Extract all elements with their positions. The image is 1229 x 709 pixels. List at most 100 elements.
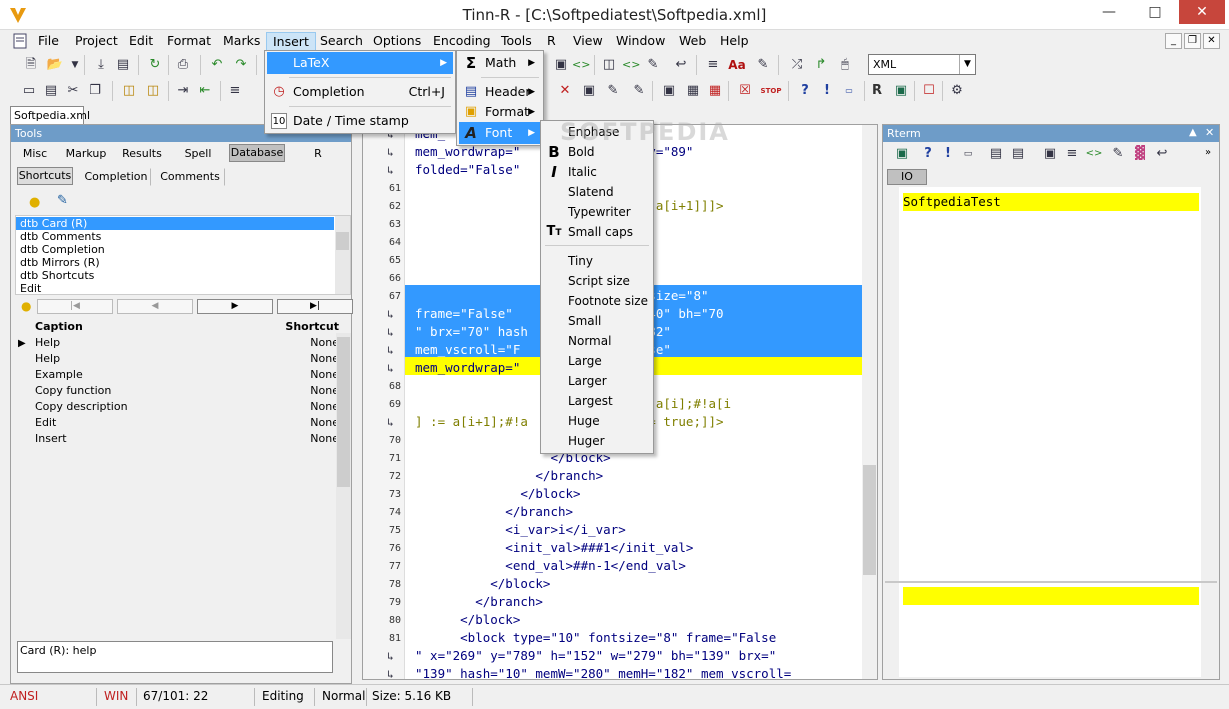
next-button[interactable]: ▶ — [197, 299, 273, 314]
table-row[interactable]: Copy description None — [21, 399, 339, 415]
list-item[interactable]: dtb Completion — [20, 243, 105, 256]
menu-web[interactable]: Web — [673, 32, 712, 51]
menu-item-large[interactable]: Large — [543, 351, 651, 371]
undo-icon[interactable]: ↶ — [208, 56, 226, 74]
menu-r[interactable]: R — [541, 32, 562, 51]
chevron-down-icon[interactable]: ▼ — [66, 56, 84, 74]
doc-icon[interactable]: ▤ — [987, 145, 1005, 163]
justify-icon[interactable]: ≡ — [226, 82, 244, 100]
menu-item-larger[interactable]: Larger — [543, 371, 651, 391]
menu-item-date-time-stamp[interactable]: 10 Date / Time stamp — [267, 110, 453, 132]
menu-search[interactable]: Search — [314, 32, 369, 51]
info-icon[interactable]: ! — [939, 145, 957, 163]
pen-icon[interactable]: ✎ — [644, 56, 662, 74]
doc-edit-icon[interactable]: ▤ — [1009, 145, 1027, 163]
tab-results[interactable]: Results — [117, 145, 167, 163]
tab-markup[interactable]: Markup — [61, 145, 111, 163]
lightbulb-icon[interactable]: ● — [29, 195, 40, 210]
menu-item-typewriter[interactable]: Typewriter — [543, 202, 651, 222]
menu-item-tiny[interactable]: Tiny — [543, 251, 651, 271]
unindent-icon[interactable]: ⇤ — [196, 82, 214, 100]
list-item[interactable]: dtb Comments — [20, 230, 101, 243]
subtab-comments[interactable]: Comments — [155, 168, 225, 186]
console-icon[interactable]: ▣ — [893, 145, 911, 163]
menu-view[interactable]: View — [567, 32, 609, 51]
file-tab[interactable]: Softpedia.xml — [10, 106, 90, 124]
tab-io[interactable]: IO — [887, 169, 927, 185]
code-line[interactable]: mem_wordwrap=" — [415, 360, 520, 375]
menu-edit[interactable]: Edit — [123, 32, 159, 51]
tab-r[interactable]: R — [293, 145, 343, 163]
code-line[interactable]: </branch> — [415, 594, 543, 609]
rterm-input-area[interactable] — [899, 583, 1201, 677]
code-line[interactable]: <end_val>##n-1</end_val> — [415, 558, 686, 573]
code-line[interactable]: </block> — [415, 486, 580, 501]
code-line[interactable]: folded="False" — [415, 162, 520, 177]
code-line[interactable]: <i_var>i</i_var> — [415, 522, 625, 537]
new-file-icon[interactable]: 🗎 — [22, 56, 40, 74]
subtab-shortcuts[interactable]: Shortcuts — [17, 167, 73, 185]
code-line[interactable]: </branch> — [415, 504, 573, 519]
palette-icon[interactable]: ▓ — [1131, 145, 1149, 163]
marker-icon[interactable]: ✎ — [754, 56, 772, 74]
reload-icon[interactable]: ↻ — [146, 56, 164, 74]
table-scrollbar[interactable] — [336, 333, 351, 639]
menu-project[interactable]: Project — [69, 32, 124, 51]
screen-icon[interactable]: 🖱 — [836, 56, 854, 74]
table-row[interactable]: Copy function None — [21, 383, 339, 399]
bookmark-icon[interactable]: ✕ — [556, 82, 574, 100]
mdi-minimize-button[interactable]: _ — [1165, 33, 1182, 49]
menu-help[interactable]: Help — [714, 32, 755, 51]
table-row[interactable]: Example None — [21, 367, 339, 383]
grid-icon[interactable]: ▦ — [706, 82, 724, 100]
paste-special-icon[interactable]: ◫ — [144, 82, 162, 100]
columns-icon[interactable]: ◫ — [600, 56, 618, 74]
code-tag-icon[interactable]: <> — [1085, 145, 1103, 163]
menu-item-normal[interactable]: Normal — [543, 331, 651, 351]
menu-marks[interactable]: Marks — [217, 32, 266, 51]
menu-options[interactable]: Options — [367, 32, 427, 51]
mdi-restore-button[interactable]: ❐ — [1184, 33, 1201, 49]
list-scrollbar[interactable] — [335, 216, 350, 294]
tab-misc[interactable]: Misc — [15, 145, 55, 163]
maximize-button[interactable]: □ — [1135, 0, 1175, 24]
editor-scrollbar[interactable] — [862, 125, 877, 679]
edit-pen-icon[interactable]: ✎ — [57, 193, 68, 208]
close-icon[interactable]: ✕ — [1205, 126, 1214, 139]
indent-icon[interactable]: ⇥ — [174, 82, 192, 100]
wrap-icon[interactable]: ↩ — [672, 56, 690, 74]
wrap-lines-icon[interactable]: ↩ — [1153, 145, 1171, 163]
syntax-combo[interactable]: XML ▼ — [868, 54, 976, 75]
menu-item-script-size[interactable]: Script size — [543, 271, 651, 291]
redo-icon[interactable]: ↷ — [232, 56, 250, 74]
branch-icon[interactable]: ↱ — [812, 56, 830, 74]
menu-item-slatend[interactable]: Slatend — [543, 182, 651, 202]
print-icon[interactable]: ⎙ — [174, 56, 192, 74]
menu-item-largest[interactable]: Largest — [543, 391, 651, 411]
page-lines-icon[interactable]: ▤ — [42, 82, 60, 100]
menu-item-italic[interactable]: I Italic — [543, 162, 651, 182]
code-line[interactable]: "139" hash="10" memW="280" memH="182" me… — [415, 666, 791, 679]
code-line[interactable]: </block> — [415, 612, 520, 627]
html-icon[interactable]: ▭ — [840, 82, 858, 100]
table-row[interactable]: Insert None — [21, 431, 339, 447]
align-icon[interactable]: ≡ — [704, 56, 722, 74]
tools-icon[interactable]: ⚙ — [948, 82, 966, 100]
menu-item-small[interactable]: Small — [543, 311, 651, 331]
block-icon[interactable]: ▣ — [552, 56, 570, 74]
table-row[interactable]: Help None — [21, 335, 339, 351]
subtab-completion[interactable]: Completion — [81, 168, 151, 186]
wrap-icon[interactable]: ≡ — [1063, 145, 1081, 163]
stop-icon[interactable]: STOP — [760, 82, 782, 100]
tab-database[interactable]: Database — [229, 144, 285, 162]
window-icon[interactable]: ▣ — [1041, 145, 1059, 163]
code-line[interactable]: <init_val>###1</init_val> — [415, 540, 693, 555]
list-item[interactable]: dtb Mirrors (R) — [20, 256, 100, 269]
help-icon[interactable]: ? — [919, 145, 937, 163]
help-icon[interactable]: ? — [796, 82, 814, 100]
font-case-icon[interactable]: Aa — [728, 56, 746, 74]
rterm-output-area[interactable]: SoftpediaTest — [899, 187, 1201, 581]
list-item[interactable]: dtb Shortcuts — [20, 269, 94, 282]
chart-icon[interactable]: ▦ — [684, 82, 702, 100]
menu-item-latex[interactable]: LaTeX ▶ — [267, 52, 453, 74]
